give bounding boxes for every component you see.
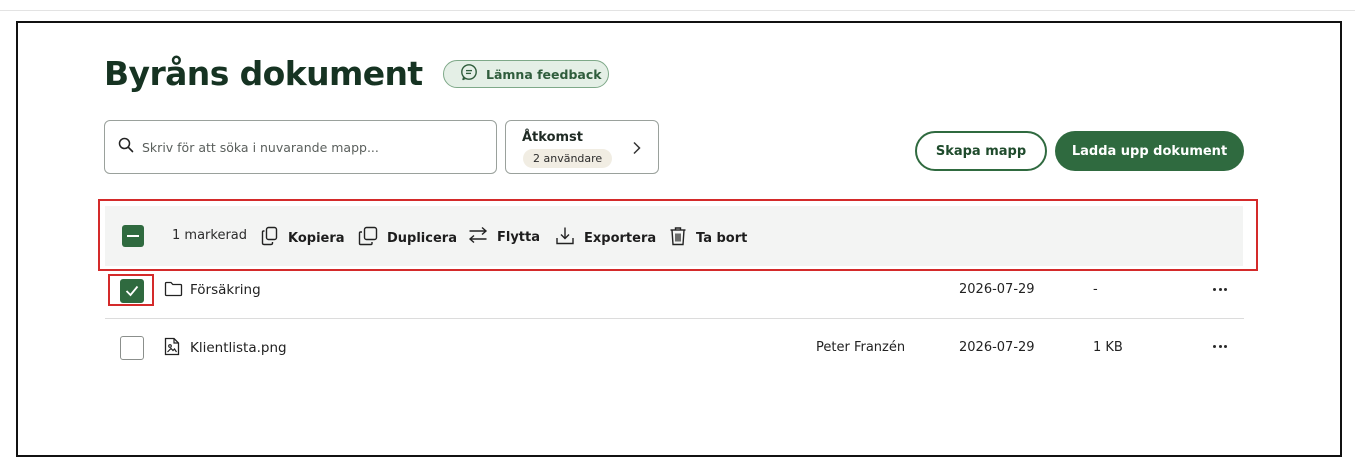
upload-document-button[interactable]: Ladda upp dokument — [1055, 131, 1244, 171]
more-options-icon[interactable] — [1213, 341, 1227, 351]
table-row[interactable]: Försäkring 2026-07-29 - — [105, 262, 1244, 319]
chevron-right-icon — [632, 140, 642, 159]
create-folder-button[interactable]: Skapa mapp — [915, 131, 1047, 171]
user-count-badge: 2 användare — [523, 149, 613, 168]
file-date: 2026-07-29 — [959, 282, 1035, 297]
image-file-icon — [164, 337, 180, 360]
page-title: Byråns dokument — [104, 54, 423, 93]
file-name[interactable]: Försäkring — [190, 282, 261, 298]
file-date: 2026-07-29 — [959, 340, 1035, 355]
file-size: - — [1093, 282, 1098, 297]
file-name[interactable]: Klientlista.png — [190, 340, 287, 356]
row-checkbox[interactable] — [120, 336, 144, 360]
access-label: Åtkomst — [522, 130, 584, 145]
access-button[interactable]: Åtkomst 2 användare — [505, 120, 659, 174]
chat-bubble-icon — [460, 63, 478, 85]
more-options-icon[interactable] — [1213, 284, 1227, 294]
table-row[interactable]: Klientlista.png Peter Franzén 2026-07-29… — [105, 319, 1244, 376]
feedback-label: Lämna feedback — [486, 66, 602, 82]
toolbar-highlight-outline — [98, 199, 1258, 271]
file-owner: Peter Franzén — [816, 340, 906, 355]
search-icon — [118, 137, 134, 157]
file-size: 1 KB — [1093, 340, 1123, 355]
feedback-button[interactable]: Lämna feedback — [443, 60, 609, 88]
checkbox-highlight-outline — [108, 274, 154, 306]
search-input[interactable] — [142, 139, 482, 155]
folder-icon — [164, 281, 183, 301]
top-divider — [0, 10, 1355, 11]
search-box — [104, 120, 497, 174]
